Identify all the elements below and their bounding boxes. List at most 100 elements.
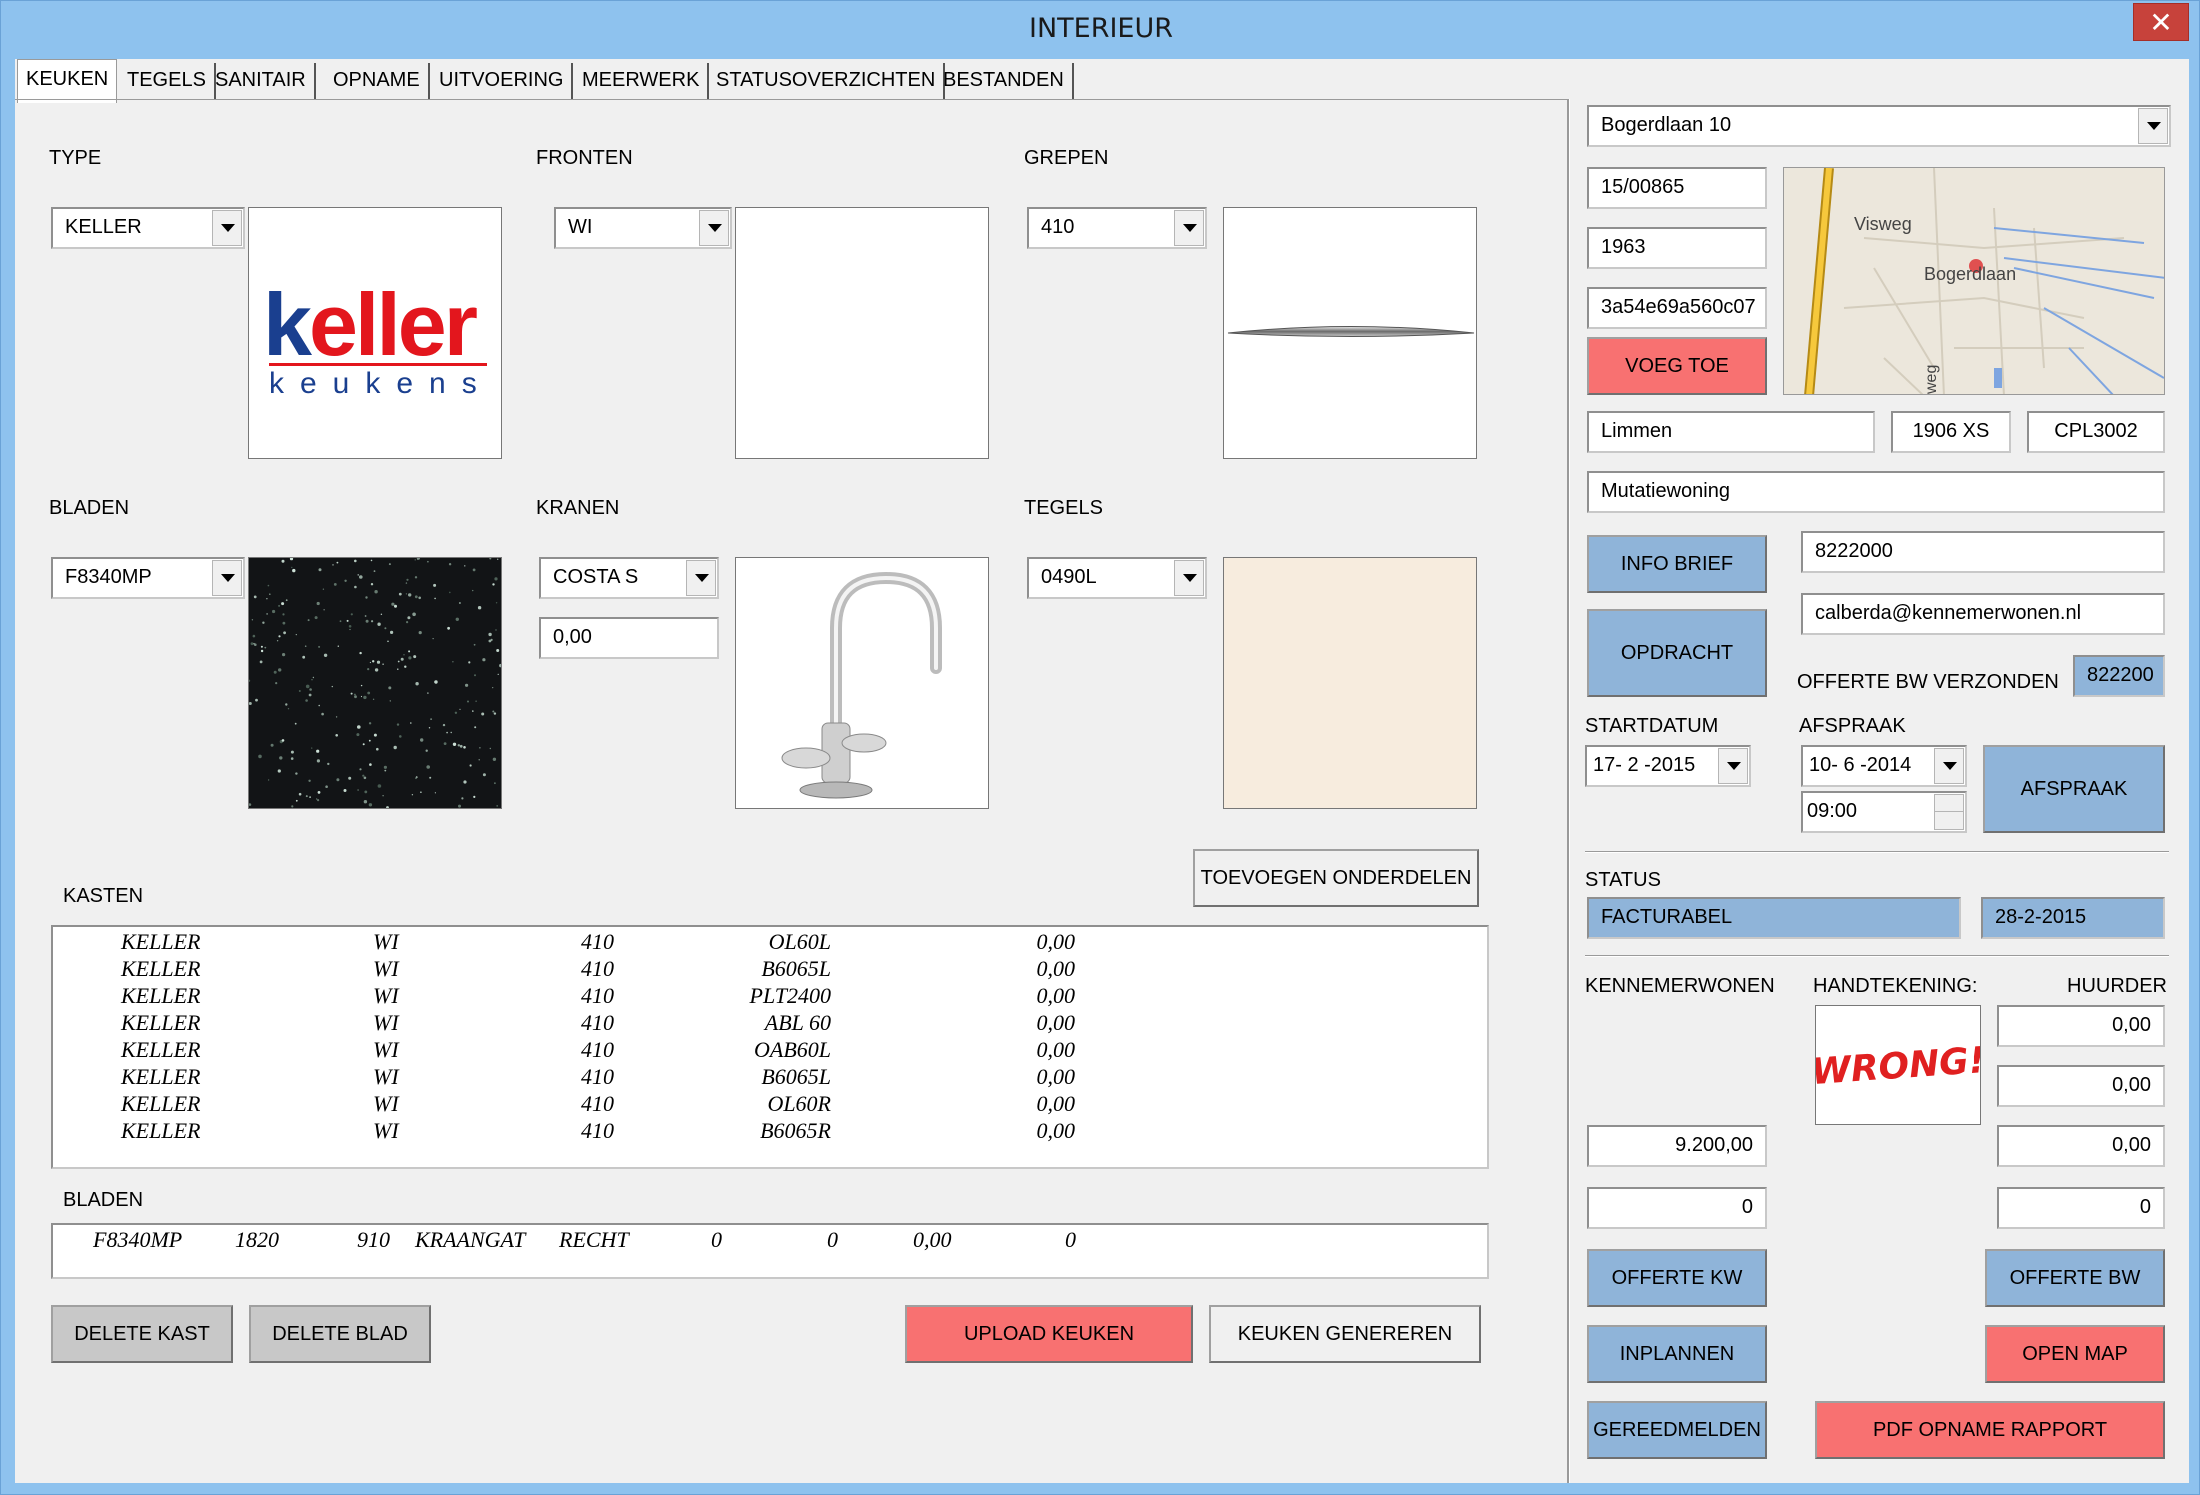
info-brief-button[interactable]: INFO BRIEF xyxy=(1587,535,1767,593)
spin-down-icon[interactable] xyxy=(1934,811,1964,830)
table-cell: 1820 xyxy=(235,1227,279,1252)
code-field[interactable]: 15/00865 xyxy=(1587,167,1767,209)
afspraak-button[interactable]: AFSPRAAK xyxy=(1983,745,2165,833)
table-row[interactable]: KELLER WI 410 OL60R 0,00 xyxy=(53,1091,1487,1118)
inplannen-button[interactable]: INPLANNEN xyxy=(1587,1325,1767,1383)
upload-keuken-button[interactable]: UPLOAD KEUKEN xyxy=(905,1305,1193,1363)
tab-tegels[interactable]: TEGELS xyxy=(119,63,216,99)
chevron-down-icon[interactable] xyxy=(2138,108,2168,144)
huurder-field-2[interactable]: 0,00 xyxy=(1997,1065,2165,1107)
table-row[interactable]: KELLER WI 410 PLT2400 0,00 xyxy=(53,983,1487,1010)
table-cell: 0,00 xyxy=(1036,956,1076,981)
table-cell: 0 xyxy=(711,1227,722,1252)
fronten-dropdown[interactable]: WI xyxy=(554,207,732,249)
signature-drawing: WRONG! xyxy=(1816,1040,1980,1093)
tab-sanitair[interactable]: SANITAIR xyxy=(207,63,316,99)
cpl-field[interactable]: CPL3002 xyxy=(2027,411,2165,453)
kasten-label: KASTEN xyxy=(63,885,144,907)
pdf-opname-rapport-button[interactable]: PDF OPNAME RAPPORT xyxy=(1815,1401,2165,1459)
hash-field[interactable]: 3a54e69a560c07 xyxy=(1587,287,1767,329)
email-field[interactable]: calberda@kennemerwonen.nl xyxy=(1801,593,2165,635)
chevron-down-icon[interactable] xyxy=(1934,748,1964,784)
offerte-bw-verzonden-field[interactable]: 822200 xyxy=(2073,655,2165,697)
offerte-kw-button[interactable]: OFFERTE KW xyxy=(1587,1249,1767,1307)
table-row[interactable]: KELLER WI 410 OAB60L 0,00 xyxy=(53,1037,1487,1064)
tab-meerwerk[interactable]: MEERWERK xyxy=(574,63,710,99)
offerte-bw-button[interactable]: OFFERTE BW xyxy=(1985,1249,2165,1307)
table-cell: KELLER xyxy=(121,983,201,1008)
chevron-down-icon[interactable] xyxy=(1718,748,1748,784)
tegels-dropdown[interactable]: 0490L xyxy=(1027,557,1207,599)
kw-field-2[interactable]: 0 xyxy=(1587,1187,1767,1229)
table-row[interactable]: KELLER WI 410 B6065R 0,00 xyxy=(53,1118,1487,1145)
bladen-listbox[interactable]: F8340MP 1820 910 KRAANGAT RECHT 0 0 0,00 0 xyxy=(51,1223,1489,1279)
woning-type-field[interactable]: Mutatiewoning xyxy=(1587,471,2165,513)
handle-image xyxy=(1227,326,1475,337)
year-field[interactable]: 1963 xyxy=(1587,227,1767,269)
grepen-dropdown[interactable]: 410 xyxy=(1027,207,1207,249)
startdatum-picker[interactable]: 17- 2 -2015 xyxy=(1585,745,1751,787)
kasten-listbox[interactable]: KELLER WI 410 OL60L 0,00 KELLER WI 410 B6065L 0,0… xyxy=(51,925,1489,1169)
table-cell: ABL 60 xyxy=(764,1010,831,1035)
huurder-field-3[interactable]: 0,00 xyxy=(1997,1125,2165,1167)
afspraak-time-spinner[interactable]: 09:00 xyxy=(1801,791,1967,833)
kranen-price-field[interactable]: 0,00 xyxy=(539,617,719,659)
table-row[interactable]: F8340MP 1820 910 KRAANGAT RECHT 0 0 0,00 0 xyxy=(53,1227,1487,1254)
city-field[interactable]: Limmen xyxy=(1587,411,1875,453)
chevron-down-icon[interactable] xyxy=(699,210,729,246)
table-row[interactable]: KELLER WI 410 ABL 60 0,00 xyxy=(53,1010,1487,1037)
delete-blad-button[interactable]: DELETE BLAD xyxy=(249,1305,431,1363)
table-cell: B6065R xyxy=(760,1118,831,1143)
type-dropdown[interactable]: KELLER xyxy=(51,207,245,249)
map-label-visweg: Visweg xyxy=(1854,214,1912,234)
table-cell: KRAANGAT xyxy=(415,1227,526,1252)
kw-field-1[interactable]: 9.200,00 xyxy=(1587,1125,1767,1167)
delete-kast-button[interactable]: DELETE KAST xyxy=(51,1305,233,1363)
tab-uitvoering[interactable]: UITVOERING xyxy=(431,63,574,99)
bladen-dropdown[interactable]: F8340MP xyxy=(51,557,245,599)
close-button[interactable]: ✕ xyxy=(2133,3,2189,41)
status-date-field[interactable]: 28-2-2015 xyxy=(1981,897,2165,939)
table-row[interactable]: KELLER WI 410 B6065L 0,00 xyxy=(53,1064,1487,1091)
bladen-list-label: BLADEN xyxy=(63,1189,144,1211)
huurder-field-1[interactable]: 0,00 xyxy=(1997,1005,2165,1047)
table-cell: WI xyxy=(373,1064,399,1089)
keuken-genereren-button[interactable]: KEUKEN GENEREREN xyxy=(1209,1305,1481,1363)
chevron-down-icon[interactable] xyxy=(1174,210,1204,246)
afspraak-date-picker[interactable]: 10- 6 -2014 xyxy=(1801,745,1967,787)
title-bar: INTERIEUR ✕ xyxy=(1,1,2200,59)
kranen-dropdown[interactable]: COSTA S xyxy=(539,557,719,599)
tab-statusoverzichten[interactable]: STATUSOVERZICHTEN xyxy=(708,63,946,99)
table-cell: WI xyxy=(373,929,399,954)
table-cell: 410 xyxy=(581,956,614,981)
kranen-image xyxy=(735,557,989,809)
table-cell: KELLER xyxy=(121,956,201,981)
tab-keuken[interactable]: KEUKEN xyxy=(17,59,118,103)
address-dropdown[interactable]: Bogerdlaan 10 xyxy=(1587,105,2171,147)
huurder-field-4[interactable]: 0 xyxy=(1997,1187,2165,1229)
table-cell: KELLER xyxy=(121,1010,201,1035)
gereedmelden-button[interactable]: GEREEDMELDEN xyxy=(1587,1401,1767,1459)
postcode-field[interactable]: 1906 XS xyxy=(1891,411,2011,453)
chevron-down-icon[interactable] xyxy=(212,210,242,246)
chevron-down-icon[interactable] xyxy=(686,560,716,596)
chevron-down-icon[interactable] xyxy=(1174,560,1204,596)
tab-opname[interactable]: OPNAME xyxy=(325,63,430,99)
phone-field[interactable]: 8222000 xyxy=(1801,531,2165,573)
signature-image: WRONG! xyxy=(1815,1005,1981,1125)
opdracht-button[interactable]: OPDRACHT xyxy=(1587,609,1767,697)
tab-bestanden[interactable]: BESTANDEN xyxy=(935,63,1074,99)
table-cell: OL60L xyxy=(768,929,831,954)
voeg-toe-button[interactable]: VOEG TOE xyxy=(1587,337,1767,395)
table-row[interactable]: KELLER WI 410 OL60L 0,00 xyxy=(53,929,1487,956)
table-row[interactable]: KELLER WI 410 B6065L 0,00 xyxy=(53,956,1487,983)
table-cell: KELLER xyxy=(121,1118,201,1143)
chevron-down-icon[interactable] xyxy=(212,560,242,596)
table-cell: 0,00 xyxy=(1036,1037,1076,1062)
open-map-button[interactable]: OPEN MAP xyxy=(1985,1325,2165,1383)
kranen-label: KRANEN xyxy=(536,497,620,519)
table-cell: 0,00 xyxy=(1036,1091,1076,1116)
toevoegen-onderdelen-button[interactable]: TOEVOEGEN ONDERDELEN xyxy=(1193,849,1479,907)
status-field[interactable]: FACTURABEL xyxy=(1587,897,1961,939)
map-image[interactable]: Visweg Bogerdlaan weg xyxy=(1783,167,2165,395)
